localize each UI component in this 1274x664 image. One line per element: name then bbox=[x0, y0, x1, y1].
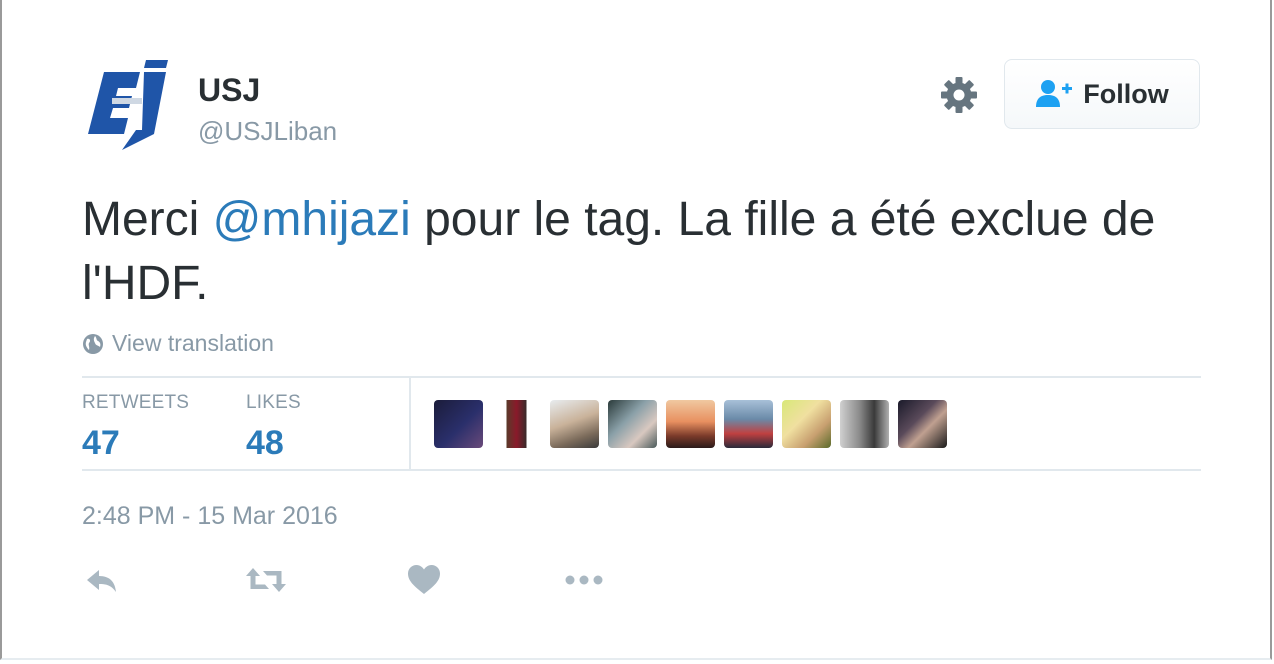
divider-vertical bbox=[409, 378, 411, 470]
likes-label: LIKES bbox=[246, 392, 301, 413]
follow-button-label: Follow bbox=[1083, 78, 1169, 109]
follow-user-icon bbox=[1036, 80, 1073, 107]
user-handle[interactable]: @USJLiban bbox=[198, 116, 337, 147]
mention-link[interactable]: @mhijazi bbox=[213, 193, 411, 246]
liker-avatar[interactable] bbox=[666, 400, 715, 448]
tweet-timestamp[interactable]: 2:48 PM - 15 Mar 2016 bbox=[82, 502, 338, 531]
likes-count: 48 bbox=[246, 424, 284, 462]
divider-top bbox=[82, 376, 1201, 378]
reply-icon[interactable] bbox=[84, 562, 120, 598]
globe-icon bbox=[83, 333, 103, 354]
tweet-text-before: Merci bbox=[82, 193, 213, 246]
liker-avatar[interactable] bbox=[840, 400, 889, 448]
retweet-icon[interactable] bbox=[245, 562, 287, 598]
follow-button[interactable]: Follow bbox=[1004, 59, 1200, 129]
liker-avatar[interactable] bbox=[434, 400, 483, 448]
view-translation-link[interactable]: View translation bbox=[82, 330, 274, 357]
liker-avatar[interactable] bbox=[724, 400, 773, 448]
more-icon[interactable] bbox=[565, 562, 605, 598]
gear-icon[interactable] bbox=[940, 76, 978, 114]
liker-avatar[interactable] bbox=[782, 400, 831, 448]
heart-icon[interactable] bbox=[406, 562, 442, 598]
user-name[interactable]: USJ bbox=[198, 72, 260, 109]
liker-avatar[interactable] bbox=[608, 400, 657, 448]
liker-avatar[interactable] bbox=[898, 400, 947, 448]
retweets-count: 47 bbox=[82, 424, 120, 462]
tweet-text: Merci @mhijazi pour le tag. La fille a é… bbox=[82, 188, 1202, 316]
retweets-label: RETWEETS bbox=[82, 392, 190, 413]
divider-bottom bbox=[82, 469, 1201, 471]
view-translation-label: View translation bbox=[112, 330, 274, 356]
liker-avatar[interactable] bbox=[492, 400, 541, 448]
retweets-stat[interactable]: RETWEETS 47 bbox=[82, 392, 189, 463]
liker-avatar[interactable] bbox=[550, 400, 599, 448]
liker-avatars bbox=[434, 400, 947, 448]
avatar[interactable] bbox=[84, 58, 176, 150]
likes-stat[interactable]: LIKES 48 bbox=[246, 392, 301, 463]
